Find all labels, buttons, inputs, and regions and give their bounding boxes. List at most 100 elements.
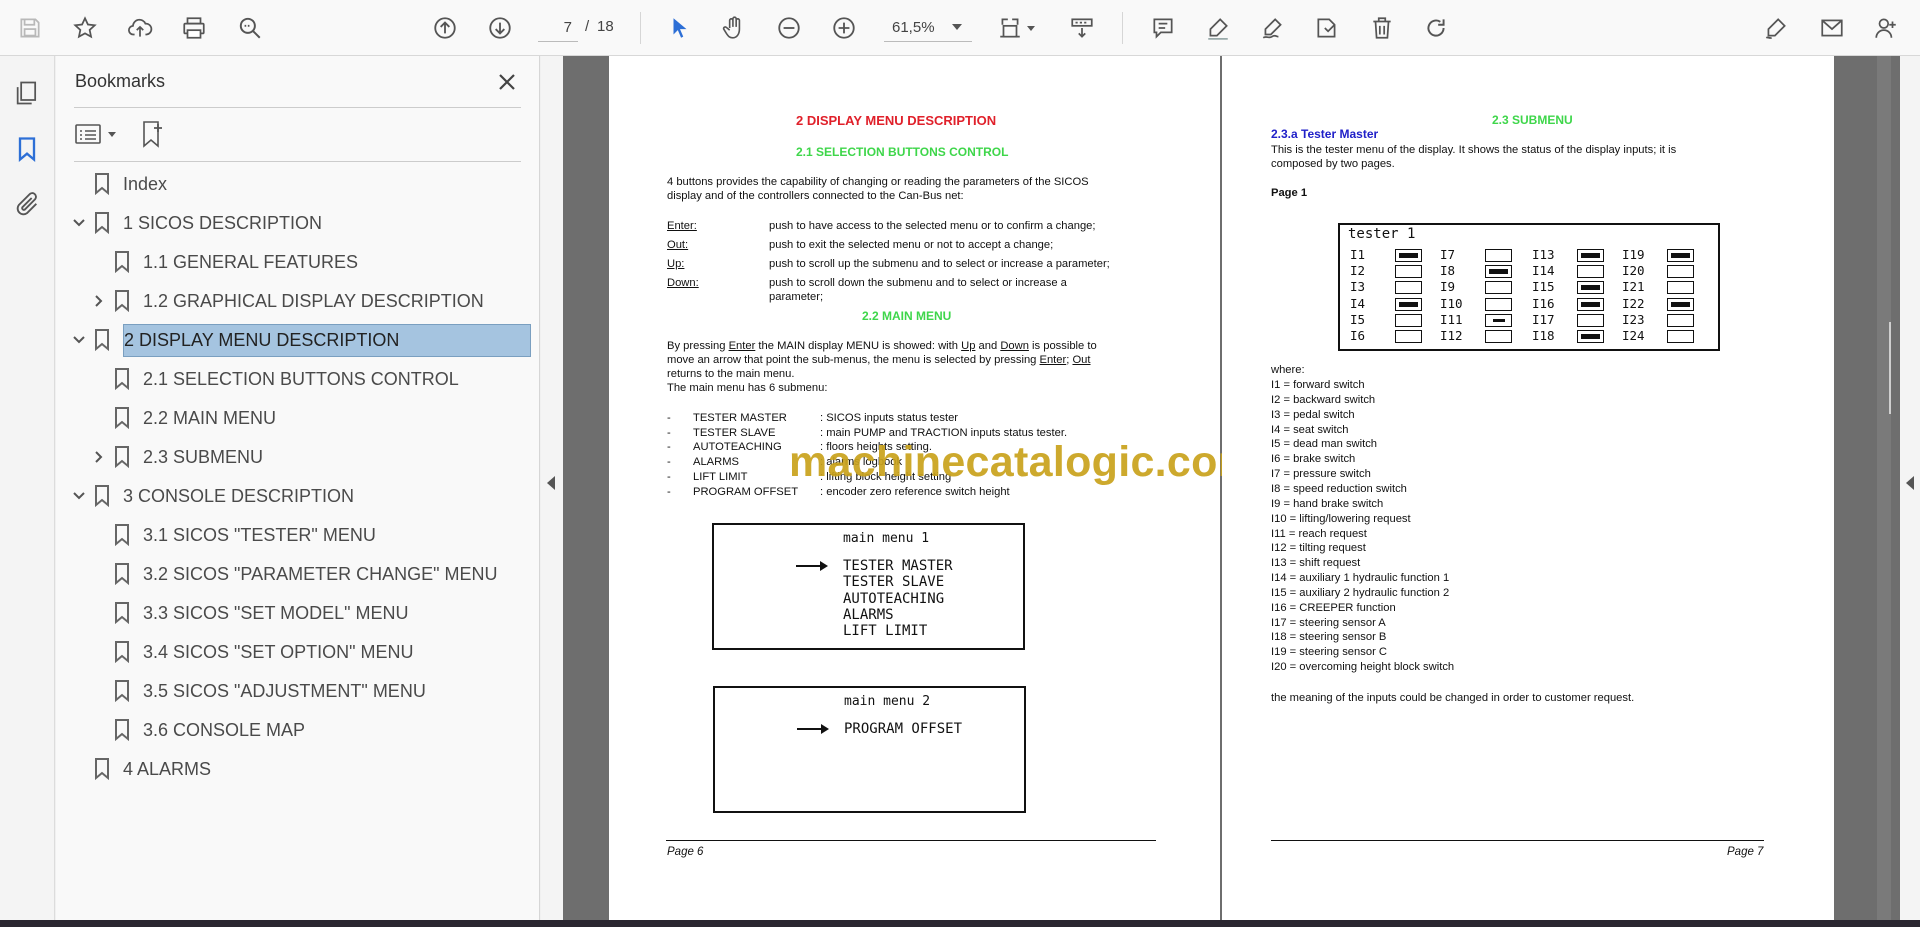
chevron-right-icon[interactable] bbox=[89, 291, 109, 311]
bookmark-item[interactable]: 3 CONSOLE DESCRIPTION bbox=[69, 479, 354, 513]
bookmark-label: 2 DISPLAY MENU DESCRIPTION bbox=[123, 323, 531, 357]
bookmark-item[interactable]: 3.1 SICOS "TESTER" MENU bbox=[89, 518, 376, 552]
bookmark-label: 2.1 SELECTION BUTTONS CONTROL bbox=[143, 368, 459, 389]
stamp-icon[interactable] bbox=[1311, 12, 1343, 44]
main-menu-1-diagram: main menu 1 TESTER MASTER TESTER SLAVE AUT… bbox=[712, 523, 1025, 650]
bookmarks-panel-icon[interactable] bbox=[10, 132, 44, 166]
share-user-icon[interactable] bbox=[1870, 12, 1902, 44]
save-icon[interactable] bbox=[14, 12, 46, 44]
page-thumbnails-icon[interactable] bbox=[10, 76, 44, 110]
attachments-paperclip-icon[interactable] bbox=[10, 188, 44, 222]
subsection-heading: 2.1 SELECTION BUTTONS CONTROL bbox=[796, 145, 1009, 159]
scroll-mode-icon[interactable] bbox=[1066, 12, 1098, 44]
zoom-out-icon[interactable] bbox=[773, 12, 805, 44]
bookmark-item[interactable]: 1.2 GRAPHICAL DISPLAY DESCRIPTION bbox=[89, 284, 484, 318]
input-definition: I13 = shift request bbox=[1271, 557, 1361, 570]
bookmark-icon bbox=[113, 601, 131, 625]
upload-cloud-icon[interactable] bbox=[124, 12, 156, 44]
bookmark-options-button[interactable] bbox=[74, 117, 124, 151]
bookmark-item[interactable]: Index bbox=[69, 167, 167, 201]
input-definition: I10 = lifting/lowering request bbox=[1271, 512, 1411, 525]
input-status-box bbox=[1395, 265, 1422, 279]
list-bullet: - bbox=[667, 426, 671, 439]
list-bullet: - bbox=[667, 412, 671, 424]
bookmark-item[interactable]: 4 ALARMS bbox=[69, 752, 211, 786]
bookmark-item[interactable]: 1.1 GENERAL FEATURES bbox=[89, 245, 358, 279]
bookmark-item[interactable]: 2 DISPLAY MENU DESCRIPTION bbox=[69, 323, 531, 357]
bookmark-icon bbox=[113, 562, 131, 586]
input-definition: I19 = steering sensor C bbox=[1271, 646, 1387, 659]
chevron-down-icon[interactable] bbox=[69, 213, 89, 233]
next-page-icon[interactable] bbox=[484, 12, 516, 44]
input-definition: I9 = hand brake switch bbox=[1271, 497, 1384, 510]
input-definition: I6 = brake switch bbox=[1271, 453, 1356, 466]
input-label: I7 bbox=[1440, 247, 1456, 262]
bookmark-item[interactable]: 3.2 SICOS "PARAMETER CHANGE" MENU bbox=[89, 557, 498, 591]
zoom-search-icon[interactable] bbox=[234, 12, 266, 44]
hand-tool-icon[interactable] bbox=[718, 12, 750, 44]
page-number-input[interactable] bbox=[538, 14, 578, 42]
input-definition: I16 = CREEPER function bbox=[1271, 601, 1396, 614]
menu-item: TESTER MASTER bbox=[843, 558, 953, 574]
zoom-in-icon[interactable] bbox=[828, 12, 860, 44]
input-status-box bbox=[1577, 313, 1604, 327]
chevron-down-icon[interactable] bbox=[69, 486, 89, 506]
menu-item: AUTOTEACHING bbox=[843, 590, 945, 607]
vertical-scrollbar[interactable] bbox=[1877, 56, 1891, 920]
button-key-desc: push to scroll up the submenu and to sel… bbox=[769, 258, 1110, 270]
bookmark-label: 2.2 MAIN MENU bbox=[143, 407, 277, 428]
bookmark-label: 1.2 GRAPHICAL DISPLAY DESCRIPTION bbox=[143, 290, 484, 311]
bookmarks-title: Bookmarks bbox=[75, 71, 166, 91]
submenu-name: ALARMS bbox=[693, 456, 740, 469]
bookmark-item[interactable]: 3.6 CONSOLE MAP bbox=[89, 713, 305, 747]
input-status-box bbox=[1395, 330, 1422, 343]
input-status-box bbox=[1667, 297, 1694, 311]
scrollbar-thumb[interactable] bbox=[1889, 322, 1891, 414]
page-total: 18 bbox=[597, 18, 614, 35]
input-status-box bbox=[1485, 265, 1512, 279]
bookmark-icon bbox=[113, 523, 131, 547]
bookmark-item[interactable]: 3.5 SICOS "ADJUSTMENT" MENU bbox=[89, 674, 426, 708]
bookmark-label: 3.3 SICOS "SET MODEL" MENU bbox=[143, 602, 409, 623]
fill-sign-icon[interactable] bbox=[1760, 12, 1792, 44]
select-cursor-icon[interactable] bbox=[664, 12, 696, 44]
highlight-pen-icon[interactable] bbox=[1202, 12, 1234, 44]
bookmark-item[interactable]: 2.2 MAIN MENU bbox=[89, 401, 276, 435]
print-icon[interactable] bbox=[178, 12, 210, 44]
bookmark-item[interactable]: 2.3 SUBMENU bbox=[89, 440, 263, 474]
delete-trash-icon[interactable] bbox=[1366, 12, 1398, 44]
close-icon[interactable] bbox=[492, 67, 522, 97]
new-bookmark-icon[interactable] bbox=[136, 117, 170, 151]
divider bbox=[74, 107, 521, 108]
toolbar-divider bbox=[1122, 12, 1123, 44]
email-icon[interactable] bbox=[1816, 12, 1848, 44]
redo-rotate-icon[interactable] bbox=[1420, 12, 1452, 44]
zoom-dropdown-caret-icon[interactable] bbox=[952, 24, 962, 30]
menu-item: ALARMS bbox=[843, 606, 894, 623]
star-icon[interactable] bbox=[69, 12, 101, 44]
bookmark-item[interactable]: 3.3 SICOS "SET MODEL" MENU bbox=[89, 596, 409, 630]
chevron-right-icon[interactable] bbox=[89, 447, 109, 467]
input-definition: I5 = dead man switch bbox=[1271, 438, 1378, 451]
comment-icon[interactable] bbox=[1147, 12, 1179, 44]
collapse-left-icon[interactable] bbox=[547, 476, 555, 490]
bookmark-icon bbox=[93, 211, 111, 235]
bookmark-item[interactable]: 1 SICOS DESCRIPTION bbox=[69, 206, 322, 240]
bookmark-icon bbox=[113, 445, 131, 469]
button-key-desc: parameter; bbox=[769, 291, 824, 303]
chevron-down-icon[interactable] bbox=[69, 330, 89, 350]
bookmark-item[interactable]: 3.4 SICOS "SET OPTION" MENU bbox=[89, 635, 414, 669]
left-collapse-strip[interactable] bbox=[541, 56, 563, 920]
input-status-box bbox=[1485, 330, 1512, 343]
draw-signature-icon[interactable] bbox=[1257, 12, 1289, 44]
previous-page-icon[interactable] bbox=[429, 12, 461, 44]
expand-right-panel-icon[interactable] bbox=[1906, 476, 1914, 490]
bookmark-label: Index bbox=[123, 173, 168, 194]
bookmark-label: 1.1 GENERAL FEATURES bbox=[143, 251, 359, 272]
bookmark-item[interactable]: 2.1 SELECTION BUTTONS CONTROL bbox=[89, 362, 459, 396]
right-collapse-strip[interactable] bbox=[1900, 56, 1920, 920]
page-fit-icon[interactable] bbox=[994, 12, 1035, 44]
